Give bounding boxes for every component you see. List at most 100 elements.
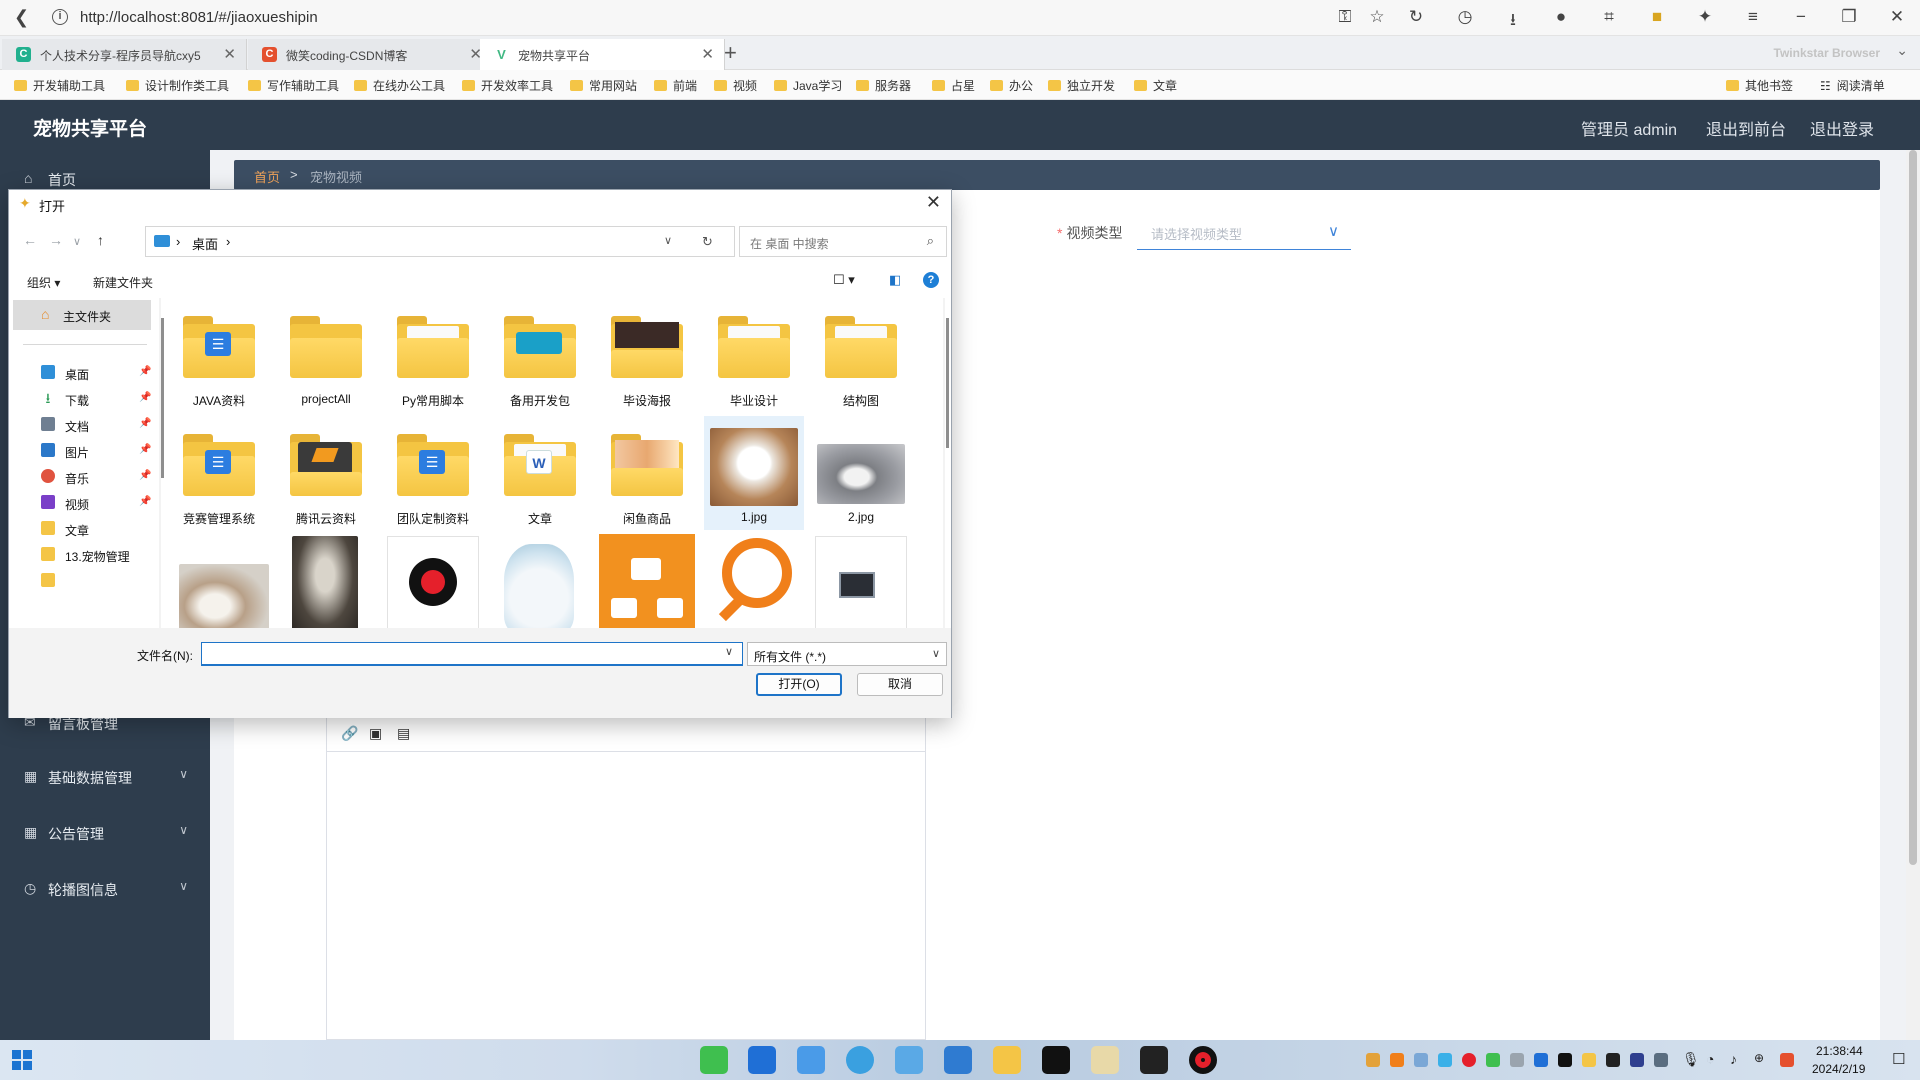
tray-icon[interactable] bbox=[1654, 1053, 1668, 1067]
nav-item-downloads[interactable]: ⭳ 下载 📌 bbox=[9, 386, 159, 412]
sidebar-item-carousel[interactable]: ◷ 轮播图信息 ∨ bbox=[0, 868, 210, 908]
tray-icon[interactable] bbox=[1630, 1053, 1644, 1067]
puzzle-icon[interactable]: ✦ bbox=[1694, 7, 1716, 27]
wifi-icon[interactable]: ◔ bbox=[1706, 1051, 1714, 1067]
bookmark-item[interactable]: 开发效率工具 bbox=[462, 77, 553, 94]
nav-item-videos[interactable]: 视频 📌 bbox=[9, 490, 159, 516]
notification-icon[interactable]: ☐ bbox=[1892, 1050, 1905, 1068]
volume-icon[interactable]: ♪ bbox=[1730, 1051, 1737, 1067]
bookmark-item[interactable]: Java学习 bbox=[774, 77, 842, 94]
bookmark-item[interactable]: 文章 bbox=[1134, 77, 1177, 94]
tray-icon[interactable] bbox=[1438, 1053, 1452, 1067]
link-icon[interactable]: 🔗 bbox=[341, 725, 358, 742]
address-box[interactable]: › 桌面 › ∨ ↻ bbox=[145, 226, 735, 257]
nav-item-pictures[interactable]: 图片 📌 bbox=[9, 438, 159, 464]
close-window-icon[interactable]: ✕ bbox=[1886, 7, 1908, 27]
bookmark-item[interactable]: 写作辅助工具 bbox=[248, 77, 339, 94]
minimize-icon[interactable]: − bbox=[1790, 7, 1812, 27]
site-info-icon[interactable]: i bbox=[52, 9, 68, 25]
file-item[interactable]: ☰ JAVA资料 bbox=[169, 298, 269, 412]
tray-icon[interactable] bbox=[1462, 1053, 1476, 1067]
image-icon[interactable]: ▣ bbox=[369, 725, 382, 742]
chevron-down-icon[interactable]: ⌄ bbox=[1896, 42, 1908, 59]
wechat-icon[interactable] bbox=[700, 1046, 728, 1074]
bookmark-item[interactable]: 占星 bbox=[932, 77, 975, 94]
file-item[interactable]: ☰ 团队定制资料 bbox=[383, 416, 483, 530]
browser-icon[interactable] bbox=[846, 1046, 874, 1074]
cloud-icon[interactable] bbox=[895, 1046, 923, 1074]
scrollbar-thumb[interactable] bbox=[1909, 150, 1917, 865]
tray-icon[interactable] bbox=[1510, 1053, 1524, 1067]
clock-date[interactable]: 2024/2/19 bbox=[1812, 1062, 1865, 1076]
file-list-scrollbar[interactable] bbox=[945, 298, 951, 628]
chevron-down-icon[interactable]: ∨ bbox=[664, 234, 672, 247]
file-item[interactable]: 毕业设计 bbox=[704, 298, 804, 412]
file-item[interactable] bbox=[383, 534, 483, 628]
file-type-select[interactable]: 所有文件 (*.*) ∨ bbox=[747, 642, 947, 666]
app-icon[interactable] bbox=[748, 1046, 776, 1074]
bookmark-other[interactable]: 其他书签 bbox=[1726, 77, 1793, 94]
sidebar-item-basic-data[interactable]: ▦ 基础数据管理 ∨ bbox=[0, 756, 210, 796]
bookmark-item[interactable]: 前端 bbox=[654, 77, 697, 94]
breadcrumb-home[interactable]: 首页 bbox=[254, 167, 280, 186]
open-button[interactable]: 打开(O) bbox=[756, 673, 842, 696]
preview-pane-icon[interactable]: ◧ bbox=[889, 272, 901, 288]
search-input[interactable]: 在 桌面 中搜索 ⌕ bbox=[739, 226, 947, 257]
record-icon[interactable] bbox=[1189, 1046, 1217, 1074]
refresh-icon[interactable]: ↻ bbox=[702, 234, 713, 250]
tray-icon[interactable] bbox=[1390, 1053, 1404, 1067]
app-icon[interactable] bbox=[797, 1046, 825, 1074]
tray-icon[interactable] bbox=[1780, 1053, 1794, 1067]
history-icon[interactable]: ◷ bbox=[1454, 7, 1476, 27]
nav-item-desktop[interactable]: 桌面 📌 bbox=[9, 360, 159, 386]
recent-chevron-icon[interactable]: ∨ bbox=[73, 235, 81, 248]
address-segment[interactable]: 桌面 bbox=[192, 234, 218, 253]
cancel-button[interactable]: 取消 bbox=[857, 673, 943, 696]
tray-icon[interactable] bbox=[1582, 1053, 1596, 1067]
file-item[interactable] bbox=[490, 534, 590, 628]
menu-icon[interactable]: ≡ bbox=[1742, 7, 1764, 27]
forward-arrow-icon[interactable]: → bbox=[49, 232, 63, 248]
key-icon[interactable]: ⚿ bbox=[1334, 7, 1356, 27]
microphone-icon[interactable]: 🎙 bbox=[1682, 1051, 1700, 1068]
help-icon[interactable]: ? bbox=[923, 272, 939, 288]
up-arrow-icon[interactable]: ↑ bbox=[97, 232, 104, 248]
file-item[interactable]: ☰ 竞赛管理系统 bbox=[169, 416, 269, 530]
file-name-input[interactable] bbox=[201, 642, 743, 666]
to-front-link[interactable]: 退出到前台 bbox=[1706, 116, 1786, 140]
nav-item-music[interactable]: 音乐 📌 bbox=[9, 464, 159, 490]
file-explorer-icon[interactable] bbox=[993, 1046, 1021, 1074]
bookmark-item[interactable]: 服务器 bbox=[856, 77, 911, 94]
intellij-icon[interactable] bbox=[1042, 1046, 1070, 1074]
file-item[interactable]: Py常用脚本 bbox=[383, 298, 483, 412]
terminal-icon[interactable] bbox=[1140, 1046, 1168, 1074]
nav-item-folder[interactable] bbox=[9, 568, 159, 594]
file-item[interactable]: 腾讯云资料 bbox=[276, 416, 376, 530]
tray-icon[interactable] bbox=[1534, 1053, 1548, 1067]
scrollbar-thumb[interactable] bbox=[161, 318, 164, 478]
bookmark-item[interactable]: 开发辅助工具 bbox=[14, 77, 105, 94]
nav-item-documents[interactable]: 文档 📌 bbox=[9, 412, 159, 438]
bookmark-item[interactable]: 设计制作类工具 bbox=[126, 77, 229, 94]
tray-icon[interactable] bbox=[1486, 1053, 1500, 1067]
file-item[interactable] bbox=[704, 534, 804, 628]
bookmark-item[interactable]: 视频 bbox=[714, 77, 757, 94]
file-item[interactable]: 备用开发包 bbox=[490, 298, 590, 412]
windows-start-icon[interactable] bbox=[12, 1050, 32, 1070]
file-item[interactable]: W 文章 bbox=[490, 416, 590, 530]
file-item[interactable] bbox=[597, 534, 697, 628]
reading-list[interactable]: ☷ 阅读清单 bbox=[1820, 77, 1885, 94]
sidebar-item-notice[interactable]: ▦ 公告管理 ∨ bbox=[0, 812, 210, 852]
tray-icon[interactable] bbox=[1366, 1053, 1380, 1067]
clock-time[interactable]: 21:38:44 bbox=[1816, 1044, 1863, 1058]
bookmark-item[interactable]: 办公 bbox=[990, 77, 1033, 94]
close-icon[interactable]: ✕ bbox=[926, 192, 941, 213]
notepad-icon[interactable] bbox=[944, 1046, 972, 1074]
tab-close-icon[interactable]: ✕ bbox=[701, 45, 714, 63]
file-item-selected[interactable]: 1.jpg bbox=[704, 416, 804, 530]
logout-link[interactable]: 退出登录 bbox=[1810, 116, 1874, 140]
file-item[interactable]: 2.jpg bbox=[811, 416, 911, 530]
tray-icon[interactable] bbox=[1606, 1053, 1620, 1067]
view-mode-icon[interactable]: ☐ ▾ bbox=[833, 272, 855, 288]
nav-item-home[interactable]: ⌂ 主文件夹 bbox=[13, 300, 151, 330]
